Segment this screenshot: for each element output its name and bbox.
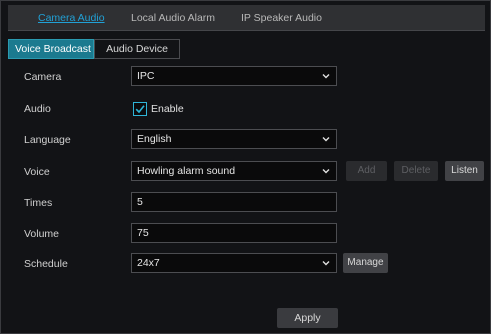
camera-value: IPC [137,70,155,82]
schedule-select[interactable]: 24x7 [131,253,337,273]
volume-label: Volume [24,228,60,240]
camera-label: Camera [24,71,62,83]
schedule-value: 24x7 [137,257,160,269]
language-select[interactable]: English [131,129,337,149]
top-tab-bar: Camera Audio Local Audio Alarm IP Speake… [8,5,485,31]
times-input[interactable]: 5 [131,192,337,212]
checkmark-icon [135,105,145,114]
tab-camera-audio[interactable]: Camera Audio [38,12,105,24]
apply-button[interactable]: Apply [277,308,338,328]
schedule-label: Schedule [24,258,68,270]
listen-button[interactable]: Listen [445,161,484,181]
chevron-down-icon [322,169,330,174]
chevron-down-icon [322,261,330,266]
chevron-down-icon [322,74,330,79]
language-value: English [137,133,172,145]
audio-label: Audio [24,103,51,115]
camera-select[interactable]: IPC [131,66,337,86]
chevron-down-icon [322,137,330,142]
voice-label: Voice [24,166,50,178]
manage-schedule-button[interactable]: Manage [343,253,388,273]
voice-value: Howling alarm sound [137,165,236,177]
tab-ip-speaker-audio[interactable]: IP Speaker Audio [241,12,322,24]
language-label: Language [24,134,71,146]
add-voice-button[interactable]: Add [346,161,387,181]
subtab-voice-broadcast[interactable]: Voice Broadcast [8,39,94,59]
audio-enable-label: Enable [151,103,184,115]
times-label: Times [24,197,53,209]
tab-local-audio-alarm[interactable]: Local Audio Alarm [131,12,215,24]
audio-settings-panel: Camera Audio Local Audio Alarm IP Speake… [0,0,491,334]
volume-value: 75 [137,227,149,239]
voice-select[interactable]: Howling alarm sound [131,161,337,181]
subtab-audio-device[interactable]: Audio Device [94,39,180,59]
times-value: 5 [137,196,143,208]
delete-voice-button[interactable]: Delete [394,161,438,181]
audio-enable-checkbox[interactable] [133,102,147,116]
volume-input[interactable]: 75 [131,223,337,243]
